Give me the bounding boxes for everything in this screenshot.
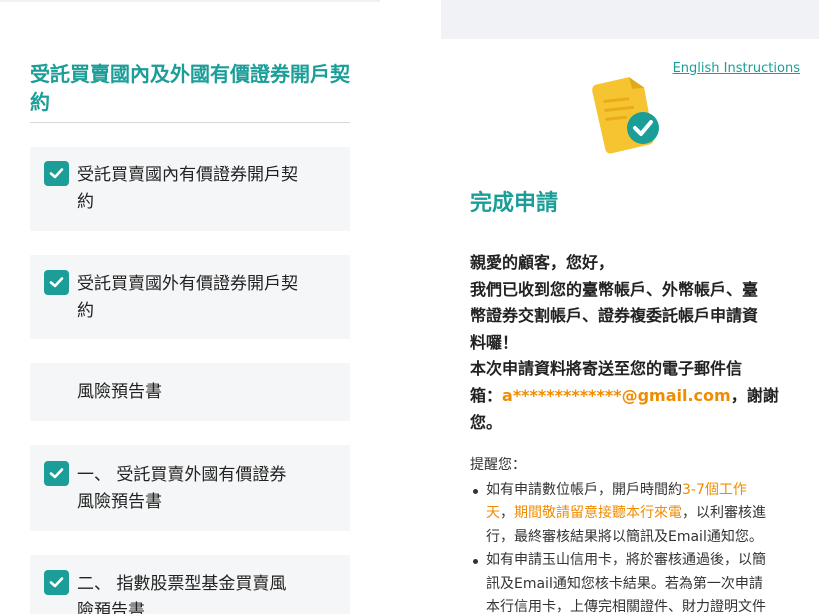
agreement-item-foreign-risk[interactable]: 一、 受託買賣外國有價證券 風險預告書 — [30, 445, 350, 531]
agreement-item-foreign[interactable]: 受託買賣國外有價證券開戶契 約 — [30, 255, 350, 339]
section-title-line1: 受託買賣國內及外國有價證券開戶契 — [30, 62, 350, 86]
agreement-item-risk-header: 風險預告書 — [30, 363, 350, 421]
agreement-label: 風險預告書 — [77, 382, 162, 402]
header-bar — [441, 0, 819, 39]
completion-message: 親愛的顧客，您好， 我們已收到您的臺幣帳戶、外幣帳戶、臺 幣證券交割帳戶、證券複… — [470, 253, 779, 432]
agreement-item-domestic[interactable]: 受託買賣國內有價證券開戶契 約 — [30, 147, 350, 231]
reminder-item: 如有申請玉山信用卡，將於審核通過後，以簡 訊及Email通知您核卡結果。若為第一… — [470, 549, 800, 614]
agreement-panel: 受託買賣國內及外國有價證券開戶契 約 受託買賣國內有價證券開戶契 約 受託買賣國… — [0, 0, 380, 614]
english-instructions-link[interactable]: English Instructions — [673, 61, 800, 76]
checkbox-checked-icon[interactable] — [44, 161, 69, 186]
checkbox-checked-icon[interactable] — [44, 570, 69, 595]
agreement-label: 受託買賣國外有價證券開戶契 約 — [77, 274, 298, 321]
reminder-heading: 提醒您： — [470, 457, 526, 473]
reminder-section: 提醒您： 如有申請數位帳戶，開戶時間約3-7個工作 天，期間敬請留意接聽本行來電… — [470, 454, 800, 614]
section-divider — [30, 122, 350, 123]
document-check-icon — [592, 77, 659, 154]
agreement-item-etf-risk[interactable]: 二、 指數股票型基金買賣風 險預告書 — [30, 555, 350, 614]
checkbox-checked-icon[interactable] — [44, 270, 69, 295]
top-divider — [0, 0, 380, 2]
checkbox-checked-icon[interactable] — [44, 461, 69, 486]
masked-email: a*************@gmail.com — [502, 385, 731, 405]
agreement-label: 二、 指數股票型基金買賣風 險預告書 — [77, 574, 287, 614]
section-title: 受託買賣國內及外國有價證券開戶契 約 — [30, 60, 350, 116]
reminder-item: 如有申請數位帳戶，開戶時間約3-7個工作 天，期間敬請留意接聽本行來電，以利審核… — [470, 479, 800, 550]
section-title-line2: 約 — [30, 90, 50, 114]
completion-title: 完成申請 — [470, 191, 559, 216]
agreement-label: 一、 受託買賣外國有價證券 風險預告書 — [77, 465, 287, 512]
completion-panel: English Instructions 完成申請 親愛的顧客，您好， 我們已收… — [441, 0, 819, 614]
agreement-label: 受託買賣國內有價證券開戶契 約 — [77, 165, 298, 212]
